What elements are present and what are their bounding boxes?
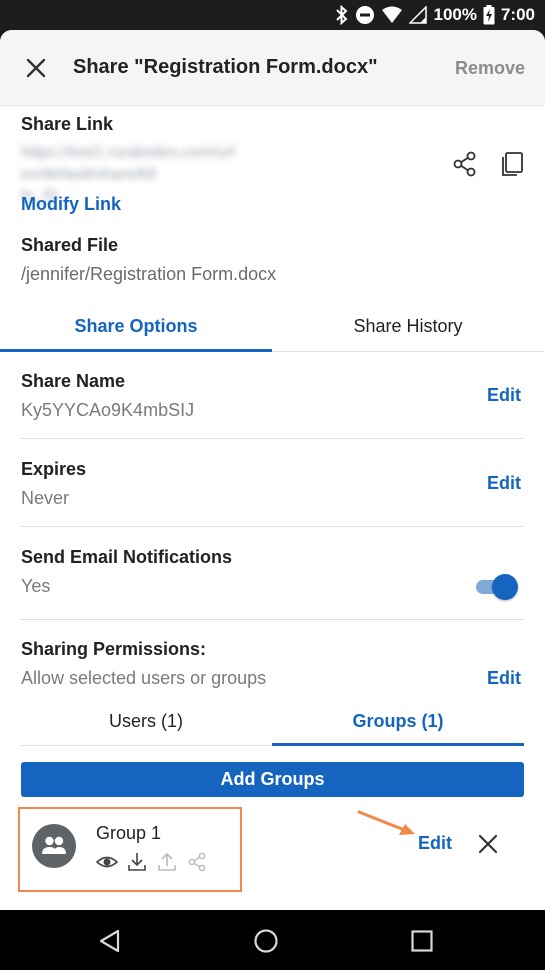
modify-link-button[interactable]: Modify Link <box>21 194 121 215</box>
group-avatar-icon <box>32 824 76 868</box>
download-icon <box>126 851 148 873</box>
tab-groups[interactable]: Groups (1) <box>272 702 524 746</box>
header: Share "Registration Form.docx" Remove <box>0 30 545 106</box>
sharing-permissions-label: Sharing Permissions: <box>21 639 207 659</box>
home-icon[interactable] <box>253 928 279 954</box>
clock: 7:00 <box>500 5 535 24</box>
group-name: Group 1 <box>96 823 162 843</box>
sharing-permissions-value: Allow selected users or groups <box>21 668 267 688</box>
share-tabs: Share Options Share History <box>0 306 545 352</box>
expires-value: Never <box>21 488 70 508</box>
share-link-url-line1: https://test1.rurabsites.com/url <box>21 144 236 161</box>
add-groups-button[interactable]: Add Groups <box>21 762 524 797</box>
share-link-label: Share Link <box>21 114 114 134</box>
battery-charging-icon <box>483 5 495 25</box>
group-list-item[interactable]: Group 1 <box>18 807 242 892</box>
wifi-icon <box>381 6 403 24</box>
email-notifications-label: Send Email Notifications <box>21 547 233 567</box>
recipient-tabs: Users (1) Groups (1) <box>20 702 524 746</box>
share-name-value: Ky5YYCAo9K4mbSIJ <box>21 400 195 420</box>
email-notifications-toggle[interactable] <box>474 573 520 601</box>
share-link-url-line2: ex/default/share/k8 <box>21 166 157 183</box>
close-icon[interactable] <box>22 54 50 82</box>
remove-button[interactable]: Remove <box>455 58 525 79</box>
expires-label: Expires <box>21 459 87 479</box>
status-bar: 100% 7:00 <box>0 0 545 32</box>
share-icon[interactable] <box>451 150 479 178</box>
recent-apps-icon[interactable] <box>409 928 435 954</box>
cell-signal-icon <box>409 6 428 24</box>
bluetooth-icon <box>335 5 349 25</box>
divider <box>20 438 524 439</box>
shared-file-path: /jennifer/Registration Form.docx <box>21 264 277 284</box>
shared-file-label: Shared File <box>21 235 119 255</box>
tab-share-history[interactable]: Share History <box>272 306 544 352</box>
email-notifications-value: Yes <box>21 576 51 596</box>
status-icons: 100% 7:00 <box>335 5 535 25</box>
upload-icon <box>156 851 178 873</box>
copy-icon[interactable] <box>498 150 526 178</box>
back-icon[interactable] <box>97 928 123 954</box>
view-icon <box>95 851 119 873</box>
group-edit-button[interactable]: Edit <box>418 833 452 854</box>
share-name-label: Share Name <box>21 371 126 391</box>
divider <box>20 526 524 527</box>
expires-edit-button[interactable]: Edit <box>487 473 521 494</box>
share-permission-icon <box>186 851 208 873</box>
share-sheet: Share "Registration Form.docx" Remove Sh… <box>0 30 545 910</box>
battery-percent: 100% <box>433 5 477 24</box>
page-title: Share "Registration Form.docx" <box>73 56 378 78</box>
tab-users[interactable]: Users (1) <box>20 702 272 746</box>
system-nav-bar <box>0 910 545 970</box>
sharing-permissions-edit-button[interactable]: Edit <box>487 668 521 689</box>
share-name-edit-button[interactable]: Edit <box>487 385 521 406</box>
divider <box>20 619 524 620</box>
toggle-knob <box>492 574 518 600</box>
remove-group-icon[interactable] <box>476 832 500 856</box>
annotation-arrow-icon <box>357 810 415 835</box>
tab-share-options[interactable]: Share Options <box>0 306 272 352</box>
do-not-disturb-icon <box>355 5 375 25</box>
group-permission-icons <box>95 851 208 873</box>
